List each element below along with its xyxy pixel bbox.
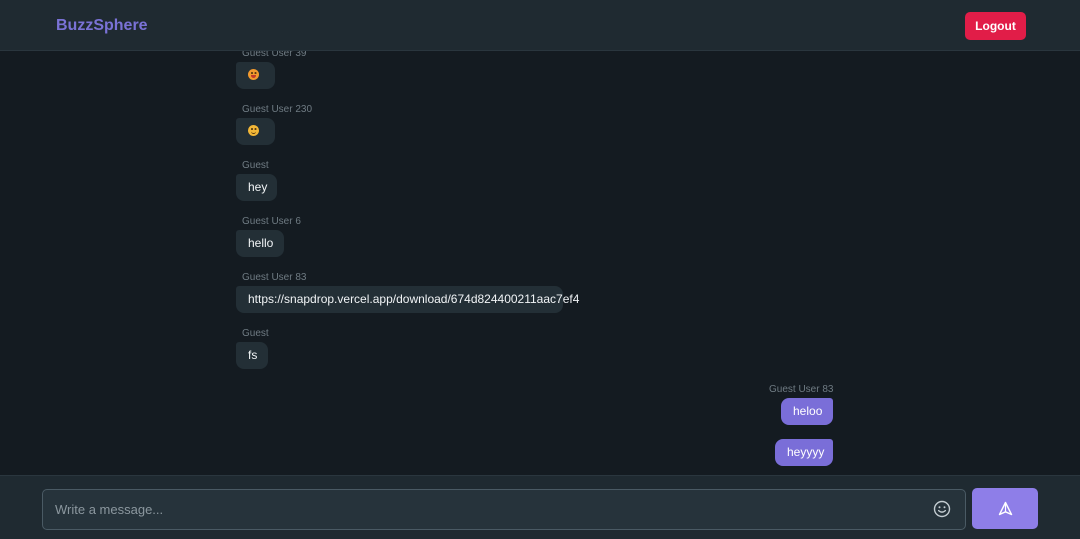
logout-button[interactable]: Logout xyxy=(965,12,1026,40)
send-icon xyxy=(998,501,1013,516)
message-bubble: hello xyxy=(236,230,284,257)
message-list[interactable]: Guest User 39 Guest User 230 Guest hey G… xyxy=(0,51,1080,475)
message-sender: Guest User 6 xyxy=(242,216,301,227)
message-bubble-own: heyyyy xyxy=(775,439,833,466)
chat-app: BuzzSphere Logout Guest User 39 Guest Us… xyxy=(0,0,1080,539)
message-input-container xyxy=(42,489,966,530)
message-sender: Guest xyxy=(242,160,269,171)
message-bubble-own: heloo xyxy=(781,398,833,425)
message-bubble: hey xyxy=(236,174,277,201)
top-bar: BuzzSphere Logout xyxy=(0,0,1080,51)
message-sender: Guest User 230 xyxy=(242,104,313,115)
message-sender: Guest User 83 xyxy=(242,272,307,283)
message-sender: Guest User 83 xyxy=(769,384,834,395)
brand-logo[interactable]: BuzzSphere xyxy=(56,17,148,35)
message-bubble[interactable]: https://snapdrop.vercel.app/download/674… xyxy=(236,286,579,313)
message-sender: Guest User 39 xyxy=(242,51,307,59)
smiling-face-emoji-icon xyxy=(248,125,259,137)
message-sender: Guest xyxy=(242,328,269,339)
smiley-icon[interactable] xyxy=(933,500,951,518)
grinning-face-emoji-icon xyxy=(248,69,259,81)
message-bubble xyxy=(236,118,275,145)
composer-bar xyxy=(0,475,1080,539)
message-input[interactable] xyxy=(55,490,915,529)
send-button[interactable] xyxy=(972,488,1038,529)
message-bubble: fs xyxy=(236,342,268,369)
message-bubble xyxy=(236,62,275,89)
